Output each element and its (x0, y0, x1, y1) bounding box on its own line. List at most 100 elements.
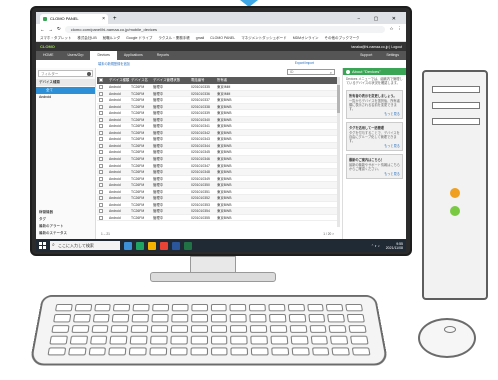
main-content: 端末の新規登録を追加 Export/Import フィルター デバイス種類 全て… (36, 60, 406, 239)
keyboard-key (249, 325, 268, 333)
close-tab-icon[interactable]: × (102, 14, 105, 24)
system-tray: ⌃ ◐ ♪ 9:55 2021/11/08 (371, 242, 403, 250)
keyboard-key (150, 335, 168, 345)
table-cell: Android (109, 215, 121, 220)
toolbar-links: 端末の新規登録を追加 Export/Import (36, 60, 406, 67)
help-panel: About "Devices" Devices メニューでは、組織内で管理してい… (342, 68, 406, 239)
keyboard-key (311, 347, 330, 356)
keyboard-key (327, 314, 346, 323)
keyboard-key (67, 347, 87, 356)
nav-reports[interactable]: Reports (150, 51, 176, 60)
nav-devices[interactable]: Devices (90, 51, 117, 60)
windows-start-icon[interactable] (39, 242, 46, 249)
sidebar-item[interactable]: 最新のアラート (36, 223, 95, 230)
card-more-link[interactable]: もっと見る (349, 143, 400, 148)
search-icon[interactable]: ⌕ (330, 70, 332, 75)
clear-filter-icon[interactable] (87, 72, 91, 76)
menu-icon[interactable]: ⋮ (398, 26, 403, 32)
card-body: 一覧からデバイスを選択後、所有者欄に表示される名前を変更できます。 (349, 99, 400, 112)
reload-icon[interactable]: ↻ (57, 26, 61, 32)
bookmark-item[interactable]: 就職ルンダ (103, 34, 120, 41)
clock[interactable]: 9:55 2021/11/08 (386, 242, 403, 250)
keyboard-key (307, 314, 326, 323)
table-cell: 東京BWB (217, 215, 232, 220)
keyboard-key (129, 347, 147, 356)
sidebar-group-header[interactable]: デバイス種類 (36, 79, 95, 86)
clock-date: 2021/11/08 (385, 245, 403, 250)
keyboard-key (171, 304, 189, 312)
bookmark-item[interactable]: ラクスル・業務手帳 (158, 34, 189, 41)
keyboard-key (210, 325, 228, 333)
pager-pages[interactable]: 1 / 20 > (323, 230, 334, 238)
drive-bay (432, 102, 480, 109)
url-field[interactable]: clomo.com/panel/hi-namaa.co.jp/mobile_de… (64, 25, 386, 33)
nav-home[interactable]: HOME (36, 51, 61, 60)
user-info[interactable]: tanaka@hi-namaa.co.jp | Logout (351, 45, 402, 49)
filter-input[interactable]: フィルター (38, 70, 93, 77)
word-icon[interactable] (172, 241, 180, 250)
keyboard-key (330, 335, 349, 345)
card-more-link[interactable]: もっと見る (349, 111, 400, 116)
keyboard-key (210, 335, 228, 345)
keyboard-key (249, 304, 266, 312)
bookmark-item[interactable]: CLOMO PANEL (210, 34, 235, 41)
back-icon[interactable]: ← (40, 27, 45, 32)
bookmark-item[interactable]: その他のブックマーク (325, 34, 360, 41)
star-icon[interactable]: ☆ (389, 26, 393, 32)
keyboard-key (109, 335, 128, 345)
sidebar-item-android[interactable]: Android (36, 94, 95, 100)
taskbar-search[interactable]: ここに入力して検索 (50, 241, 120, 250)
keyboard-key (268, 304, 286, 312)
keyboard-key (331, 347, 351, 356)
keyboard-key (345, 304, 364, 312)
keyboard-key (47, 347, 67, 356)
sidebar-item[interactable]: 稼働機器 (36, 209, 95, 216)
task-view-icon[interactable] (124, 241, 132, 250)
forward-icon[interactable]: → (49, 27, 54, 32)
bookmark-item[interactable]: スマホ・タブレット (40, 34, 71, 41)
pc-tower (422, 70, 488, 300)
row-checkbox[interactable] (99, 215, 109, 221)
bookmark-item[interactable]: 株式会社LIB (77, 34, 96, 41)
nav-users[interactable]: Users/Grp (61, 51, 91, 60)
bookmark-item[interactable]: MDMオンライン (293, 34, 319, 41)
keyboard-key (229, 314, 247, 323)
keyboard-key (72, 314, 91, 323)
export-link[interactable]: Export/Import (295, 61, 314, 67)
bookmark-item[interactable]: gmail (196, 34, 204, 41)
sidebar-item[interactable]: タグ (36, 216, 95, 223)
keyboard-key (250, 335, 268, 345)
keyboard-key (69, 335, 88, 345)
sidebar-item[interactable]: 最新のステータス (36, 230, 95, 237)
table-row[interactable]: Android TC26FM 管理中 0201010355 東京BWB (97, 215, 339, 222)
new-tab-button[interactable]: + (108, 14, 122, 24)
chrome-icon[interactable] (160, 241, 168, 250)
register-link[interactable]: 端末の新規登録を追加 (98, 61, 130, 67)
window-controls[interactable]: − ▢ ✕ (357, 14, 406, 24)
nav-settings[interactable]: Settings (379, 51, 406, 60)
keyboard-key (350, 335, 369, 345)
browser-tab[interactable]: CLOMO PANEL × (40, 14, 108, 24)
pager-range: 1 – 21 (101, 232, 110, 236)
sidebar-item-all[interactable]: 全て (36, 87, 95, 94)
keyboard-key (289, 325, 307, 333)
keyboard-key (89, 335, 108, 345)
edge-icon[interactable] (136, 241, 144, 250)
tray-icons[interactable]: ⌃ ◐ ♪ (371, 244, 380, 248)
bookmark-item[interactable]: Google ドライブ (126, 34, 152, 41)
card-more-link[interactable]: もっと見る (349, 171, 400, 176)
keyboard-key (169, 347, 188, 356)
app-logo[interactable]: CLOMO (40, 44, 55, 49)
table-search-input[interactable]: ID ⌕ (287, 69, 335, 75)
nav-support[interactable]: Support (353, 51, 379, 60)
table-scrollbar[interactable] (337, 77, 340, 227)
keyboard-key (49, 335, 68, 345)
table-cell: 管理中 (153, 215, 164, 220)
bookmark-item[interactable]: マネジメントダッシュボード (241, 34, 287, 41)
card-body: タグを付与することで、デバイスを自由にグループ化して管理できます。 (349, 131, 400, 144)
explorer-icon[interactable] (148, 241, 156, 250)
keyboard-key (210, 314, 228, 323)
nav-applications[interactable]: Applications (117, 51, 150, 60)
excel-icon[interactable] (184, 241, 192, 250)
keyboard-key (51, 325, 70, 333)
